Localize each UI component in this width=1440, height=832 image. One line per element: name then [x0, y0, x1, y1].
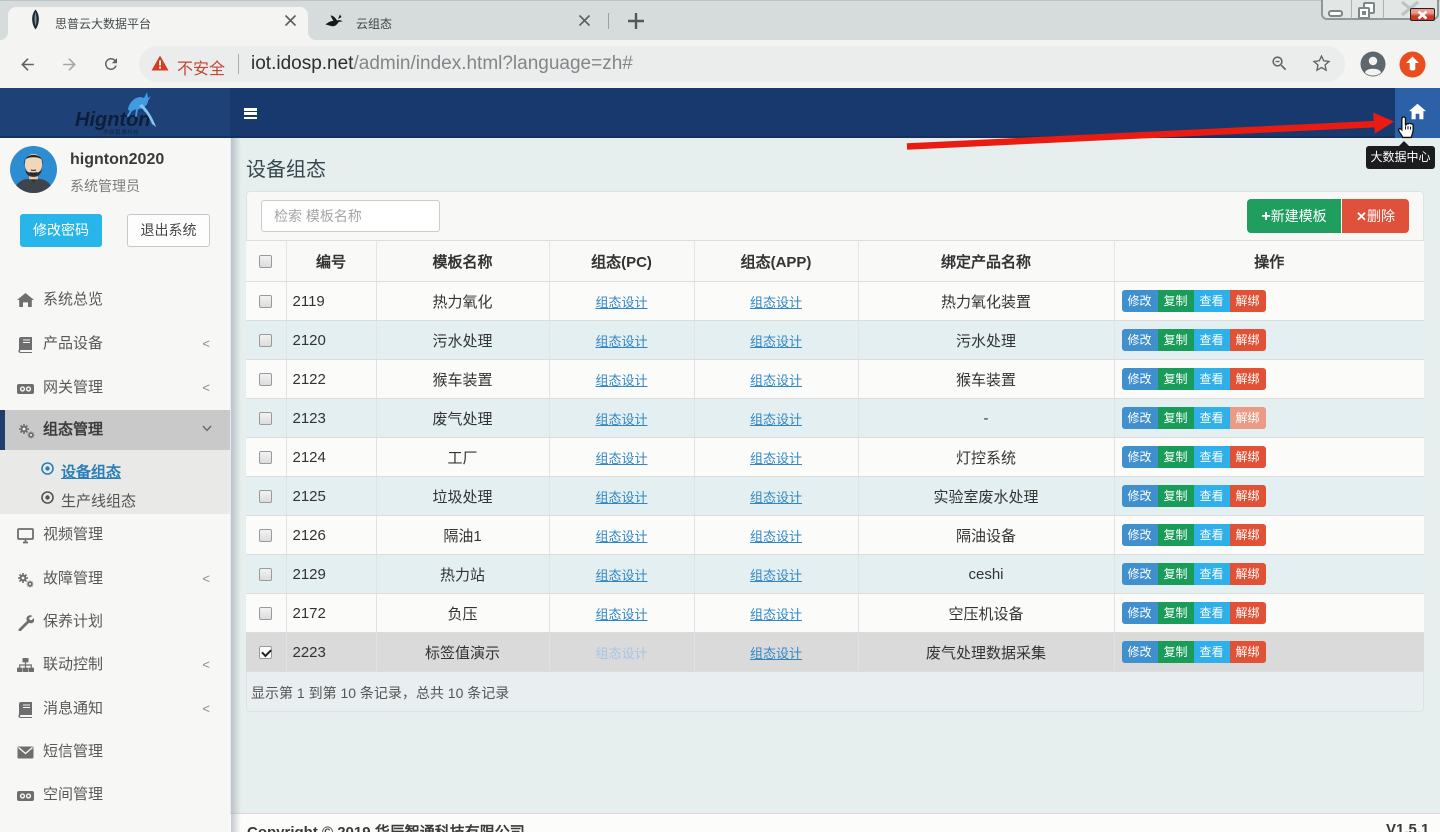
svg-text:华辰智通科技: 华辰智通科技 [103, 128, 139, 136]
svg-text:Hignton: Hignton [75, 109, 151, 131]
